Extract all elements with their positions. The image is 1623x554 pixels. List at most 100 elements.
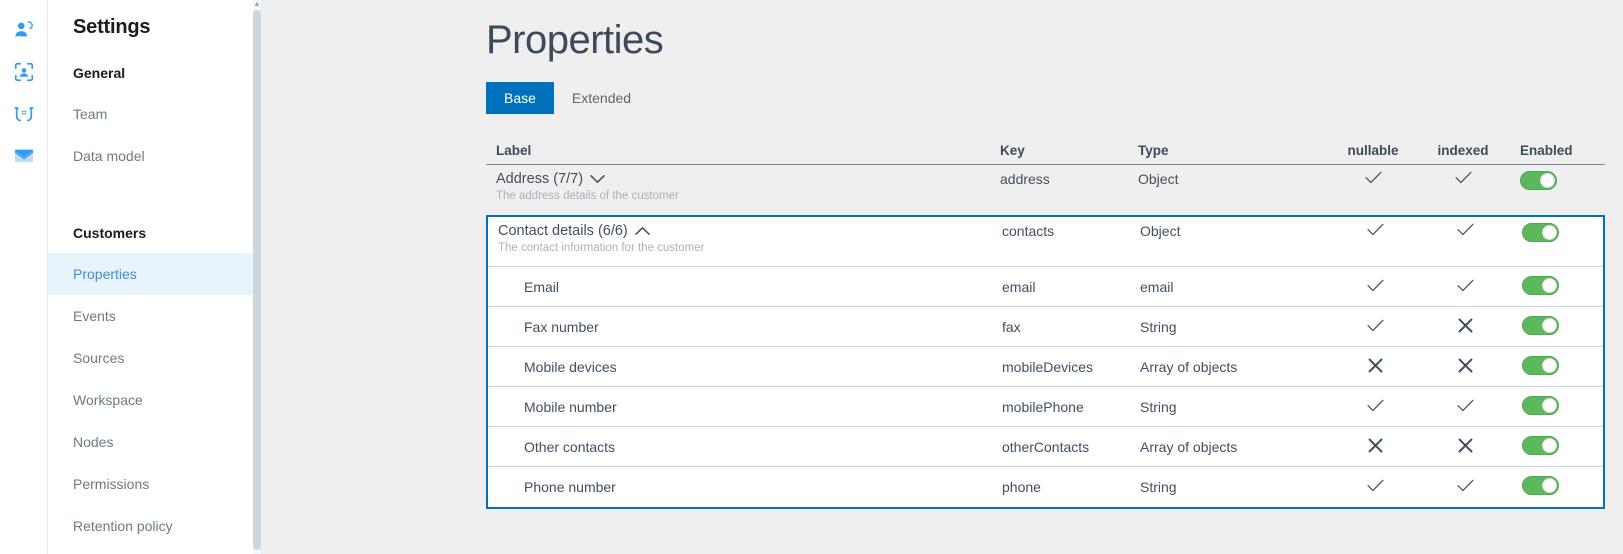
row-key-cell: address	[1000, 171, 1050, 187]
child-rows-container: Email email email Fax number fax String Mobile…	[488, 267, 1603, 507]
check-icon	[1456, 479, 1474, 492]
tab-base[interactable]: Base	[486, 82, 554, 114]
group-toggle[interactable]: Contact details (6/6)	[498, 223, 1002, 239]
row-type-cell: String	[1140, 398, 1177, 415]
row-enabled-cell	[1508, 171, 1605, 193]
enabled-toggle[interactable]	[1522, 355, 1559, 375]
main-content: Properties Base Extended Label Key Type …	[262, 0, 1623, 554]
row-enabled-cell	[1510, 435, 1603, 458]
envelope-icon[interactable]	[6, 138, 42, 174]
row-indexed-cell	[1420, 438, 1510, 456]
cross-icon	[1368, 438, 1383, 453]
column-header-key: Key	[1000, 143, 1025, 158]
toggle-knob	[1542, 397, 1557, 413]
identity-scan-icon[interactable]	[6, 54, 42, 90]
tab-bar: Base Extended	[486, 82, 1623, 114]
sidebar-item-retention-policy[interactable]: Retention policy	[48, 505, 261, 547]
sidebar-item-sources[interactable]: Sources	[48, 337, 261, 379]
table-row[interactable]: Email email email	[488, 267, 1603, 307]
row-label-cell: Email	[524, 278, 560, 295]
sidebar-item-label: Workspace	[73, 392, 143, 408]
check-icon	[1366, 223, 1384, 236]
check-icon	[1456, 279, 1474, 292]
sidebar-item-label: Team	[73, 106, 108, 122]
check-icon	[1366, 319, 1384, 332]
check-icon	[1366, 479, 1384, 492]
enabled-toggle[interactable]	[1520, 171, 1557, 190]
table-row[interactable]: Fax number fax String	[488, 307, 1603, 347]
row-type-cell: String	[1140, 479, 1177, 495]
tab-extended[interactable]: Extended	[554, 82, 649, 114]
sidebar-scrollbar-thumb[interactable]	[253, 10, 261, 550]
row-type-cell: Array of objects	[1140, 358, 1238, 375]
check-icon	[1456, 223, 1474, 236]
row-type-cell: String	[1140, 318, 1177, 335]
enabled-toggle[interactable]	[1522, 395, 1559, 415]
row-nullable-cell	[1328, 171, 1418, 187]
enabled-toggle[interactable]	[1522, 315, 1559, 335]
row-type-cell: email	[1140, 278, 1174, 295]
table-row[interactable]: Other contacts otherContacts Array of obje…	[488, 427, 1603, 467]
table-row[interactable]: Contact details (6/6) The contact inform…	[488, 217, 1603, 267]
table-row[interactable]: Address (7/7) The address details of the…	[486, 165, 1605, 215]
group-label: Address (7/7)	[496, 171, 584, 187]
sidebar-item-label: Permissions	[73, 476, 150, 492]
cross-icon	[1458, 438, 1473, 453]
row-enabled-cell	[1510, 355, 1603, 378]
link-connect-icon[interactable]	[6, 96, 42, 132]
enabled-toggle[interactable]	[1522, 435, 1559, 455]
toggle-knob	[1542, 478, 1557, 493]
user-add-icon[interactable]	[6, 12, 42, 48]
sidebar-item-team[interactable]: Team	[48, 93, 261, 135]
row-enabled-cell	[1510, 223, 1603, 245]
row-indexed-cell	[1420, 399, 1510, 415]
check-icon	[1366, 399, 1384, 412]
row-label-cell: Mobile devices	[524, 358, 617, 375]
toggle-knob	[1542, 357, 1557, 373]
sidebar-item-events[interactable]: Events	[48, 295, 261, 337]
settings-sidebar: Settings General Team Data model Custome…	[48, 0, 262, 554]
toggle-knob	[1540, 173, 1555, 188]
row-indexed-cell	[1418, 171, 1508, 187]
sidebar-item-label: Events	[73, 308, 116, 324]
row-type-cell: Object	[1140, 223, 1181, 239]
chevron-up-icon[interactable]	[634, 226, 650, 236]
group-description: The address details of the customer	[496, 190, 679, 202]
row-nullable-cell	[1330, 223, 1420, 239]
table-row[interactable]: Mobile devices mobileDevices Array of obje…	[488, 347, 1603, 387]
table-row[interactable]: Phone number phone String	[488, 467, 1603, 507]
group-toggle[interactable]: Address (7/7)	[496, 171, 1000, 187]
enabled-toggle[interactable]	[1522, 275, 1559, 295]
row-key-cell: otherContacts	[1002, 438, 1090, 455]
row-nullable-cell	[1330, 319, 1420, 335]
toggle-knob	[1542, 225, 1557, 240]
scroll-up-arrow-icon[interactable]: ▲	[253, 0, 261, 9]
row-label-cell: Fax number	[524, 318, 599, 335]
column-header-indexed: indexed	[1437, 143, 1489, 158]
row-label-cell: Contact details (6/6) The contact inform…	[488, 223, 1002, 254]
cross-icon	[1458, 358, 1473, 373]
check-icon	[1364, 171, 1382, 184]
column-header-type: Type	[1138, 143, 1169, 158]
sidebar-item-workspace[interactable]: Workspace	[48, 379, 261, 421]
row-label-cell: Mobile number	[524, 398, 617, 415]
table-row[interactable]: Mobile number mobilePhone String	[488, 387, 1603, 427]
row-indexed-cell	[1420, 358, 1510, 376]
sidebar-item-label: Retention policy	[73, 518, 173, 534]
cross-icon	[1368, 358, 1383, 373]
tab-label: Base	[504, 90, 536, 106]
row-type-cell: Array of objects	[1140, 438, 1238, 455]
sidebar-item-properties[interactable]: Properties	[48, 253, 261, 295]
sidebar-item-permissions[interactable]: Permissions	[48, 463, 261, 505]
chevron-down-icon[interactable]	[590, 174, 605, 184]
column-header-nullable: nullable	[1347, 143, 1399, 158]
enabled-toggle[interactable]	[1522, 223, 1559, 242]
sidebar-scrollbar[interactable]: ▲	[253, 0, 261, 554]
sidebar-item-nodes[interactable]: Nodes	[48, 421, 261, 463]
enabled-toggle[interactable]	[1522, 476, 1559, 495]
toggle-knob	[1542, 317, 1557, 333]
row-enabled-cell	[1510, 395, 1603, 418]
sidebar-item-data-model[interactable]: Data model	[48, 135, 261, 177]
row-key-cell: contacts	[1002, 223, 1055, 239]
row-enabled-cell	[1510, 476, 1603, 498]
